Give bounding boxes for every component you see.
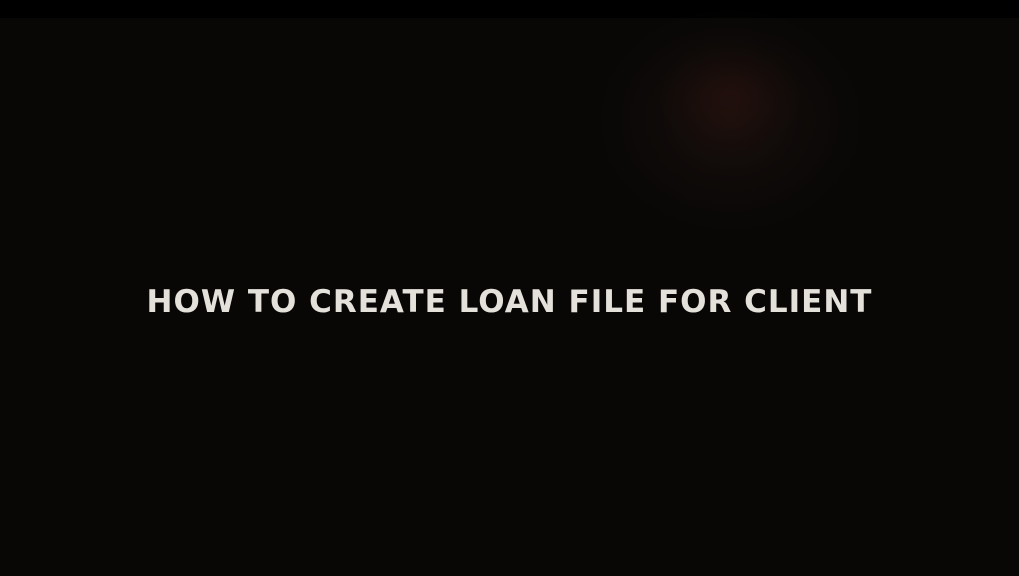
top-letterbox-band bbox=[0, 0, 1019, 18]
title-card-text: How to Create Loan File for Client bbox=[146, 284, 873, 320]
video-frame: How to Create Loan File for Client bbox=[0, 0, 1019, 576]
background-glow-core bbox=[660, 40, 800, 150]
